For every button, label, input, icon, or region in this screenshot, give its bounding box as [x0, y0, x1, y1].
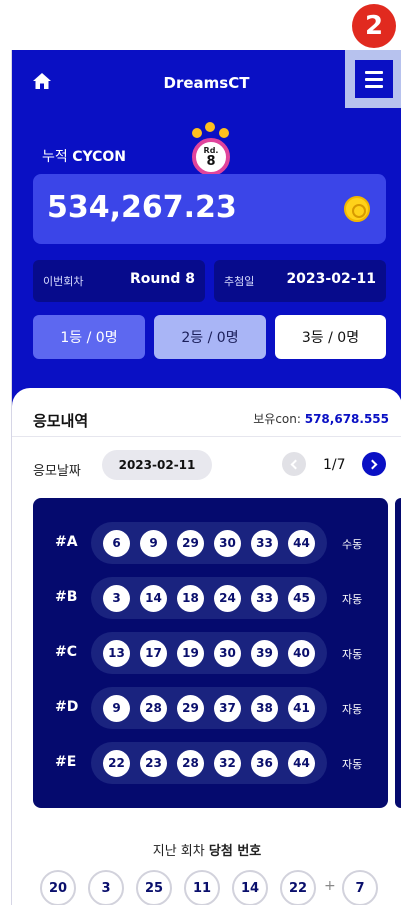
ticket-numbers: 22 23 28 32 36 44 [91, 742, 327, 784]
ticket-card: #A 6 9 29 30 33 44 수동 #B 3 14 18 24 33 4… [33, 498, 388, 808]
balance-value: 534,267.23 [47, 190, 237, 225]
ticket-mode: 자동 [342, 648, 363, 661]
ticket-row: #D 9 28 29 37 38 41 자동 [33, 687, 388, 729]
page-indicator: 1/7 [323, 457, 346, 473]
plus-sign: + [324, 878, 336, 894]
winning-ball: 11 [184, 870, 220, 905]
winning-ball: 20 [40, 870, 76, 905]
number-ball: 28 [177, 749, 204, 777]
prize-tab-2[interactable]: 2등 / 0명 [154, 315, 266, 359]
number-ball: 29 [177, 529, 204, 557]
prize-tab-1[interactable]: 1등 / 0명 [33, 315, 145, 359]
number-ball: 45 [288, 584, 315, 612]
number-ball: 28 [140, 694, 167, 722]
next-page-button[interactable] [362, 452, 386, 476]
menu-highlight [345, 50, 401, 108]
prize-tab-3[interactable]: 3등 / 0명 [275, 315, 386, 359]
number-ball: 9 [103, 694, 130, 722]
ticket-row: #E 22 23 28 32 36 44 자동 [33, 742, 388, 784]
step-badge: 2 [352, 4, 396, 48]
number-ball: 44 [288, 529, 315, 557]
ticket-mode: 수동 [342, 538, 363, 551]
ticket-numbers: 3 14 18 24 33 45 [91, 577, 327, 619]
ticket-row: #A 6 9 29 30 33 44 수동 [33, 522, 388, 564]
ticket-numbers: 13 17 19 30 39 40 [91, 632, 327, 674]
winning-ball: 3 [88, 870, 124, 905]
number-ball: 23 [140, 749, 167, 777]
number-ball: 24 [214, 584, 241, 612]
number-ball: 30 [214, 529, 241, 557]
number-ball: 14 [140, 584, 167, 612]
number-ball: 39 [251, 639, 278, 667]
ticket-mode: 자동 [342, 758, 363, 771]
ticket-mode: 자동 [342, 703, 363, 716]
number-ball: 44 [288, 749, 315, 777]
number-ball: 6 [103, 529, 130, 557]
holding-balance: 보유con: 578,678.555 [253, 412, 389, 426]
menu-button[interactable] [355, 60, 393, 98]
ticket-mode: 자동 [342, 593, 363, 606]
next-ticket-card-peek[interactable] [395, 498, 401, 808]
number-ball: 40 [288, 639, 315, 667]
number-ball: 41 [288, 694, 315, 722]
menu-icon [365, 70, 383, 74]
winning-ball: 22 [280, 870, 316, 905]
bonus-ball: 7 [342, 870, 378, 905]
number-ball: 17 [140, 639, 167, 667]
divider [12, 436, 401, 437]
number-ball: 29 [177, 694, 204, 722]
top-bar: DreamsCT [12, 50, 401, 114]
ticket-numbers: 6 9 29 30 33 44 [91, 522, 327, 564]
ticket-row: #B 3 14 18 24 33 45 자동 [33, 577, 388, 619]
number-ball: 22 [103, 749, 130, 777]
round-badge-dots [188, 120, 234, 138]
app-screen: DreamsCT 누적 CYCON Rd. 8 534,267.23 이번회차 … [11, 50, 401, 905]
entry-date-label: 응모날짜 [33, 464, 81, 479]
past-winning-title: 지난 회차 당첨 번호 [152, 844, 262, 859]
ticket-row: #C 13 17 19 30 39 40 자동 [33, 632, 388, 674]
entries-panel: 응모내역 보유con: 578,678.555 응모날짜 2023-02-11 … [12, 388, 401, 905]
draw-date-box: 추첨일 2023-02-11 [214, 260, 386, 302]
number-ball: 18 [177, 584, 204, 612]
coin-icon [344, 196, 370, 222]
balance-label: 누적 CYCON [42, 149, 127, 165]
number-ball: 33 [251, 529, 278, 557]
number-ball: 38 [251, 694, 278, 722]
chevron-left-icon [290, 459, 301, 469]
ticket-numbers: 9 28 29 37 38 41 [91, 687, 327, 729]
past-winning-numbers: 20 3 25 11 14 22 + 7 [40, 870, 380, 905]
number-ball: 36 [251, 749, 278, 777]
prev-page-button[interactable] [282, 452, 306, 476]
number-ball: 3 [103, 584, 130, 612]
balance-card: 534,267.23 [33, 174, 386, 244]
number-ball: 30 [214, 639, 241, 667]
round-badge: Rd. 8 [188, 120, 234, 180]
number-ball: 37 [214, 694, 241, 722]
app-title: DreamsCT [163, 74, 250, 92]
number-ball: 32 [214, 749, 241, 777]
entries-title: 응모내역 [33, 412, 89, 430]
round-badge-circle: Rd. 8 [192, 138, 230, 176]
chevron-right-icon [367, 459, 378, 469]
entry-date-selector[interactable]: 2023-02-11 [102, 450, 212, 480]
number-ball: 13 [103, 639, 130, 667]
number-ball: 19 [177, 639, 204, 667]
winning-ball: 14 [232, 870, 268, 905]
winning-ball: 25 [136, 870, 172, 905]
number-ball: 9 [140, 529, 167, 557]
number-ball: 33 [251, 584, 278, 612]
current-round-box: 이번회차 Round 8 [33, 260, 205, 302]
